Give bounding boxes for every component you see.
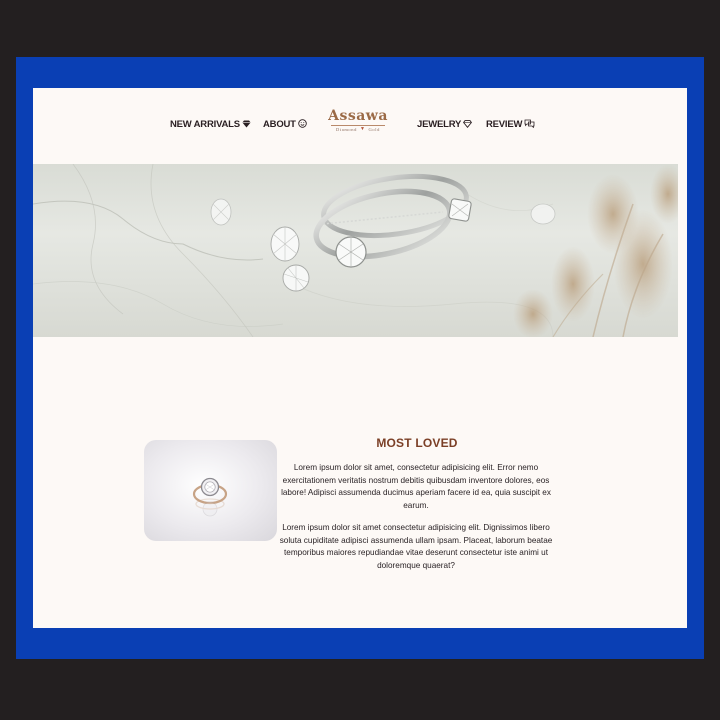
smiley-icon: [298, 119, 307, 130]
most-loved-paragraph-1: Lorem ipsum dolor sit amet, consectetur …: [281, 463, 551, 510]
loose-diamond: [270, 226, 300, 262]
logo-sub-right: Gold: [368, 127, 380, 132]
most-loved-title: MOST LOVED: [376, 435, 458, 450]
nav-review-label: REVIEW: [486, 119, 523, 130]
nav-about-label: ABOUT: [263, 119, 296, 130]
logo-wordmark: Assawa: [328, 108, 388, 124]
product-image-card[interactable]: [144, 440, 277, 541]
top-nav: NEW ARRIVALS ABOUT Assawa Diamond ▼ Gold…: [33, 106, 687, 146]
nav-about[interactable]: ABOUT: [263, 119, 307, 130]
dried-flowers: [513, 164, 678, 337]
nav-new-arrivals[interactable]: NEW ARRIVALS: [170, 119, 251, 130]
logo-gem-icon: ▼: [359, 127, 366, 132]
loose-diamond: [210, 198, 232, 226]
nav-jewelry[interactable]: JEWELRY: [417, 119, 473, 130]
ring-center-stone: [448, 198, 472, 222]
ring-product-photo: [192, 477, 228, 517]
rings-on-marble-photo: [33, 164, 678, 337]
hero-banner: [33, 164, 678, 337]
logo-divider: [331, 125, 385, 126]
nav-jewelry-label: JEWELRY: [417, 119, 462, 130]
web-page: NEW ARRIVALS ABOUT Assawa Diamond ▼ Gold…: [33, 88, 687, 628]
brand-logo[interactable]: Assawa Diamond ▼ Gold: [325, 108, 391, 142]
loose-diamond: [530, 203, 556, 225]
nav-new-arrivals-label: NEW ARRIVALS: [170, 119, 240, 130]
logo-subtitle: Diamond ▼ Gold: [325, 127, 391, 132]
loose-diamond: [282, 264, 310, 292]
diamond-icon: [242, 120, 251, 130]
nav-review[interactable]: REVIEW: [486, 119, 535, 130]
chat-bubbles-icon: [524, 119, 535, 130]
diamond-outline-icon: [463, 119, 473, 130]
most-loved-paragraph-2: Lorem ipsum dolor sit amet consectetur a…: [279, 523, 553, 570]
ring-center-stone: [335, 236, 367, 268]
logo-sub-left: Diamond: [336, 127, 357, 132]
